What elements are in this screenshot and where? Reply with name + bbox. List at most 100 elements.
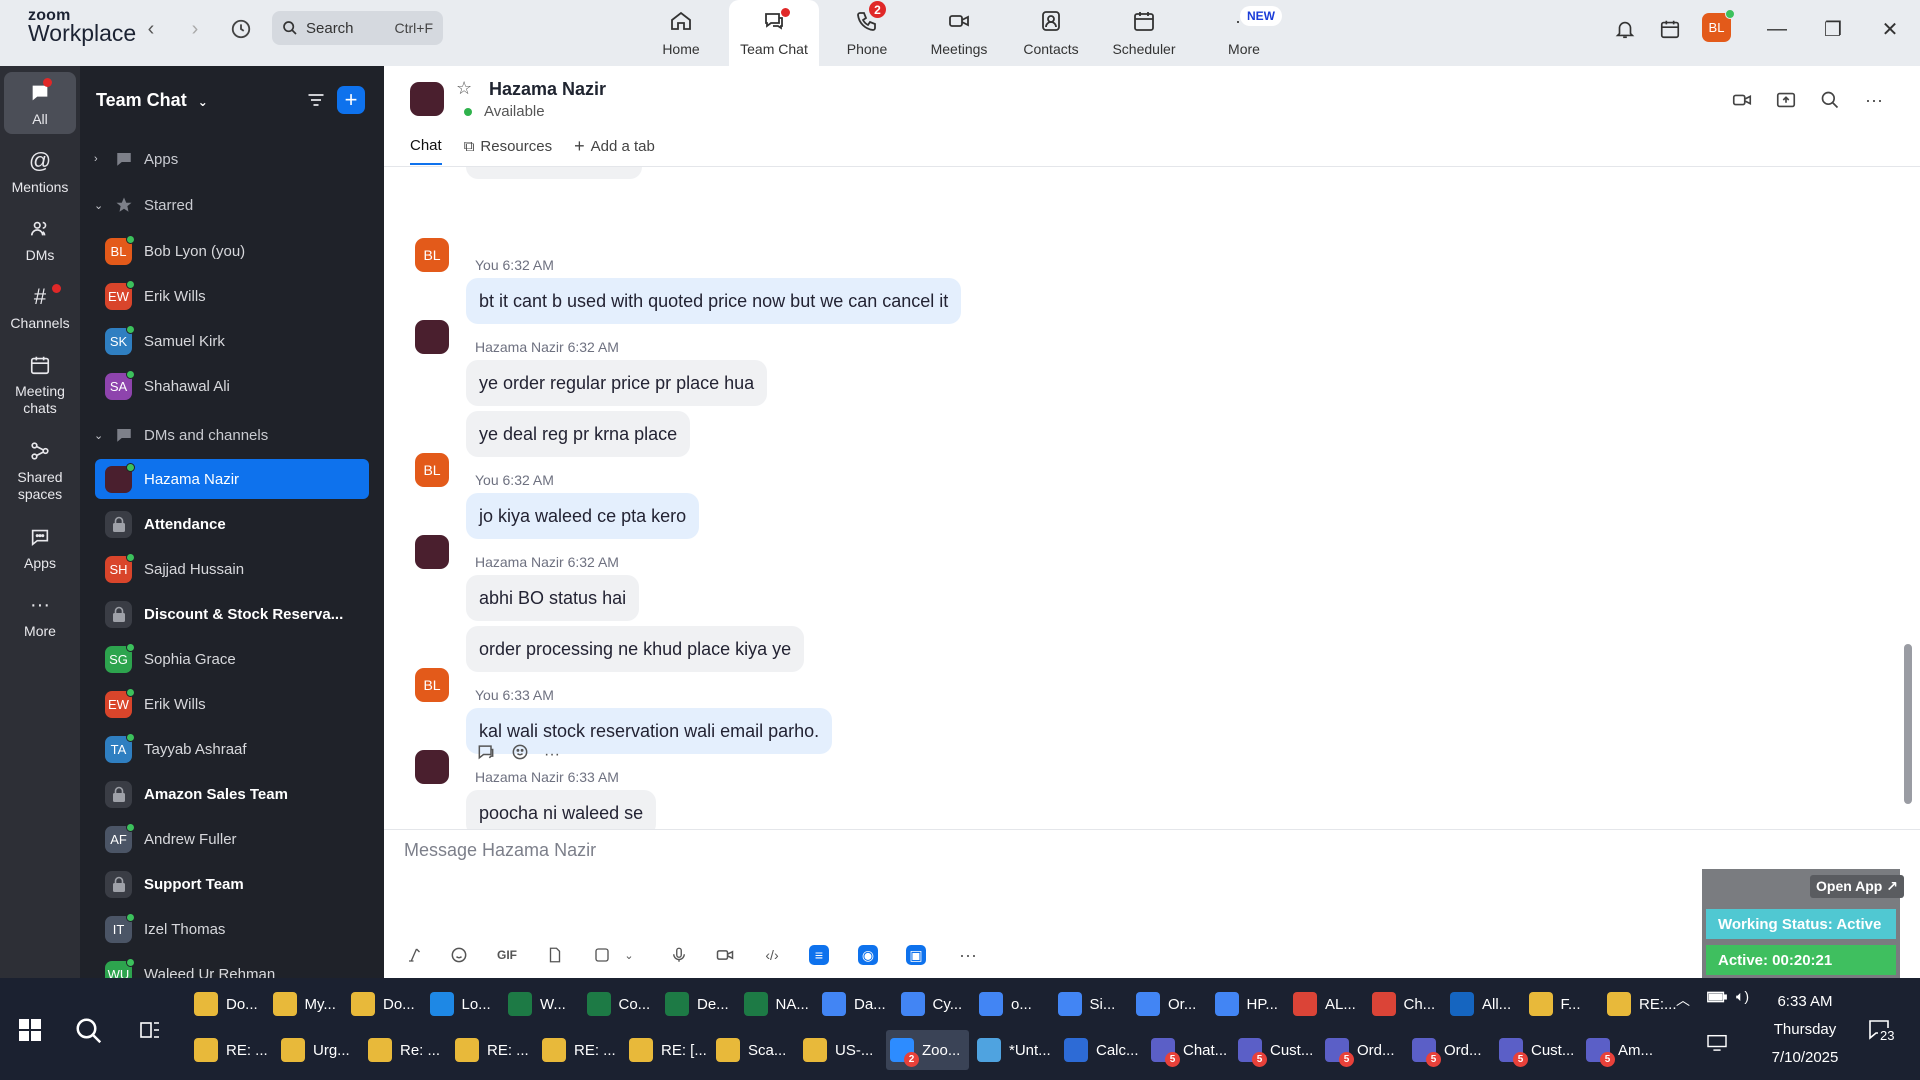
taskbar-item[interactable]: US-... xyxy=(799,1030,882,1070)
taskbar-item[interactable]: Sca... xyxy=(712,1030,795,1070)
rail-all[interactable]: All xyxy=(4,72,76,134)
more-dots-icon[interactable]: ··· xyxy=(544,746,560,764)
filter-icon[interactable] xyxy=(302,86,330,114)
taskbar-item[interactable]: 5 Ord... xyxy=(1321,1030,1404,1070)
taskbar-item[interactable]: Or... xyxy=(1132,984,1207,1024)
message-bubble[interactable]: jo kiya waleed ce pta kero xyxy=(466,493,700,539)
message-bubble[interactable]: abhi BO status hai xyxy=(466,575,640,621)
search-input[interactable]: Search Ctrl+F xyxy=(272,11,443,45)
calendar-check-icon[interactable] xyxy=(1655,14,1685,44)
video-message-icon[interactable] xyxy=(712,942,738,968)
network-icon[interactable] xyxy=(1706,1033,1728,1054)
taskbar-item[interactable]: RE: ... xyxy=(538,1030,621,1070)
file-icon[interactable] xyxy=(542,942,568,968)
avatar[interactable] xyxy=(415,535,449,569)
taskbar-item[interactable]: 5 Chat... xyxy=(1147,1030,1230,1070)
taskbar-item[interactable]: Ch... xyxy=(1368,984,1443,1024)
rail-apps[interactable]: Apps xyxy=(4,522,76,572)
avatar[interactable]: BL xyxy=(415,453,449,487)
taskbar-item[interactable]: 5 Cust... xyxy=(1234,1030,1317,1070)
taskbar-item[interactable]: o... xyxy=(975,984,1050,1024)
chevron-down-icon[interactable]: ⌄ xyxy=(616,942,642,968)
taskbar-item[interactable]: RE: ... xyxy=(190,1030,273,1070)
taskbar-item[interactable]: RE: [... xyxy=(625,1030,708,1070)
microphone-icon[interactable] xyxy=(666,942,692,968)
taskbar-item[interactable]: F... xyxy=(1525,984,1600,1024)
app-icon-2[interactable]: ◉ xyxy=(858,945,878,965)
taskbar-item[interactable]: RE: ... xyxy=(451,1030,534,1070)
tray-chevron-icon[interactable]: ︿ xyxy=(1676,990,1690,1010)
avatar[interactable]: BL xyxy=(415,238,449,272)
bell-icon[interactable] xyxy=(1610,14,1640,44)
avatar[interactable]: BL xyxy=(415,668,449,702)
rail-channels[interactable]: # Channels xyxy=(4,282,76,332)
message-bubble[interactable]: order processing ne khud place kiya ye xyxy=(466,626,805,672)
restore-icon[interactable]: ❐ xyxy=(1818,14,1848,44)
history-icon[interactable] xyxy=(228,16,254,42)
taskbar-item[interactable]: 5 Ord... xyxy=(1408,1030,1491,1070)
rail-meeting-chats[interactable]: Meeting chats xyxy=(4,350,76,417)
reply-icon[interactable] xyxy=(476,742,496,767)
back-arrow-icon[interactable]: ‹ xyxy=(138,16,164,42)
taskbar-item[interactable]: De... xyxy=(661,984,736,1024)
tab-resources[interactable]: ⧉ Resources xyxy=(464,136,552,165)
taskbar-item[interactable]: *Unt... xyxy=(973,1030,1056,1070)
taskbar-item[interactable]: 5 Cust... xyxy=(1495,1030,1578,1070)
sidebar-item[interactable]: Hazama Nazir xyxy=(95,459,369,499)
system-clock[interactable]: 6:33 AM Thursday 7/10/2025 xyxy=(1740,988,1870,1072)
sidebar-item[interactable]: IT Izel Thomas xyxy=(95,909,369,949)
taskbar-item[interactable]: Do... xyxy=(190,984,265,1024)
app-icon-1[interactable]: ≡ xyxy=(809,945,829,965)
scrollbar[interactable] xyxy=(1904,644,1912,804)
tab-contacts[interactable]: Contacts xyxy=(1006,0,1096,66)
video-call-icon[interactable] xyxy=(1728,86,1756,114)
tab-meetings[interactable]: Meetings xyxy=(914,0,1004,66)
sidebar-item[interactable]: Amazon Sales Team xyxy=(95,774,369,814)
tab-add[interactable]: + Add a tab xyxy=(574,136,655,165)
emoji-react-icon[interactable] xyxy=(510,742,530,767)
sidebar-item[interactable]: SK Samuel Kirk xyxy=(95,321,369,361)
taskbar-item[interactable]: NA... xyxy=(740,984,815,1024)
taskbar-item[interactable]: HP... xyxy=(1211,984,1286,1024)
tab-chat[interactable]: Chat xyxy=(410,136,442,165)
taskbar-item[interactable]: Da... xyxy=(818,984,893,1024)
format-icon[interactable] xyxy=(402,942,428,968)
tab-scheduler[interactable]: Scheduler xyxy=(1099,0,1189,66)
taskbar-search-icon[interactable] xyxy=(74,1016,104,1051)
sidebar-item[interactable]: SG Sophia Grace xyxy=(95,639,369,679)
section-starred[interactable]: ⌄ Starred xyxy=(94,193,193,217)
avatar[interactable] xyxy=(415,320,449,354)
new-chat-button[interactable]: + xyxy=(337,86,365,114)
minimize-icon[interactable]: — xyxy=(1762,14,1792,44)
sidebar-item[interactable]: SH Sajjad Hussain xyxy=(95,549,369,589)
sidebar-item[interactable]: WU Waleed Ur Rehman xyxy=(95,954,369,978)
screenshot-icon[interactable] xyxy=(589,942,615,968)
sidebar-item[interactable]: AF Andrew Fuller xyxy=(95,819,369,859)
taskbar-item[interactable]: 5 Am... xyxy=(1582,1030,1665,1070)
emoji-icon[interactable] xyxy=(446,942,472,968)
user-avatar[interactable]: BL xyxy=(1702,9,1735,42)
taskbar-item[interactable]: RE:... xyxy=(1603,984,1678,1024)
contact-name[interactable]: Hazama Nazir xyxy=(489,79,606,100)
taskbar-item[interactable]: Calc... xyxy=(1060,1030,1143,1070)
star-icon[interactable]: ☆ xyxy=(456,78,472,99)
sidebar-item[interactable]: SA Shahawal Ali xyxy=(95,366,369,406)
section-apps[interactable]: › Apps xyxy=(94,147,178,171)
contact-avatar[interactable] xyxy=(410,82,444,116)
section-dms[interactable]: ⌄ DMs and channels xyxy=(94,423,268,447)
battery-icon[interactable] xyxy=(1706,988,1728,1009)
open-app-button[interactable]: Open App ↗ xyxy=(1810,875,1904,898)
sidebar-item[interactable]: EW Erik Wills xyxy=(95,684,369,724)
taskbar-item[interactable]: Si... xyxy=(1054,984,1129,1024)
taskbar-item[interactable]: 2 Zoo... xyxy=(886,1030,969,1070)
notification-center-icon[interactable]: 23 xyxy=(1868,1018,1897,1047)
tab-home[interactable]: Home xyxy=(636,0,726,66)
rail-more[interactable]: ··· More xyxy=(4,590,76,640)
taskbar-item[interactable]: W... xyxy=(504,984,579,1024)
avatar[interactable] xyxy=(415,750,449,784)
taskbar-item[interactable]: Do... xyxy=(347,984,422,1024)
search-icon[interactable] xyxy=(1816,86,1844,114)
gif-icon[interactable]: GIF xyxy=(494,942,520,968)
message-bubble[interactable]: bt it cant b used with quoted price now … xyxy=(466,278,962,324)
message-bubble[interactable]: ye deal reg pr krna place xyxy=(466,411,691,457)
